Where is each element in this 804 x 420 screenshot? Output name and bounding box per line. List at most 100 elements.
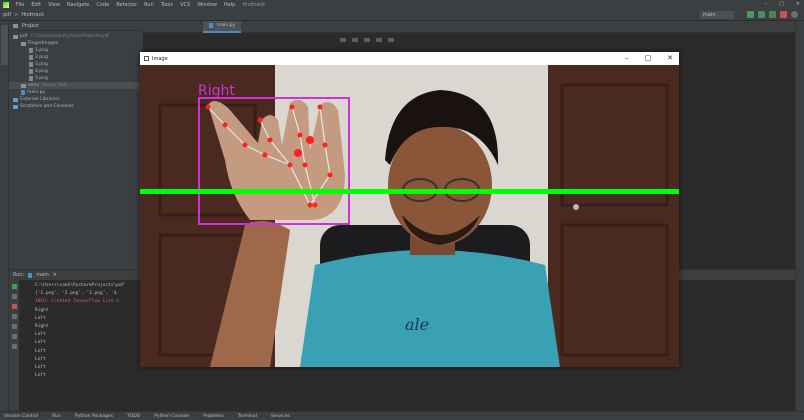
minimize-icon[interactable]: –: [765, 1, 768, 7]
soft-wrap-icon[interactable]: [11, 324, 17, 329]
file-icon: [29, 69, 33, 74]
console-line: Left: [35, 356, 46, 362]
menu-tools[interactable]: Tools: [161, 2, 173, 8]
menu-edit[interactable]: Edit: [31, 2, 41, 8]
tree-item-label: venv: [28, 83, 39, 88]
webcam-frame: ale Right: [140, 65, 679, 367]
arrow-up-icon[interactable]: [11, 294, 17, 299]
tree-item[interactable]: External Libraries: [9, 96, 143, 103]
menu-navigate[interactable]: Navigate: [67, 2, 89, 8]
run-config-select[interactable]: main: [700, 11, 734, 19]
tree-item[interactable]: FingerImages: [9, 40, 143, 47]
tool-tab-todo[interactable]: TODO: [127, 414, 140, 419]
toolbar-icon[interactable]: [388, 38, 394, 42]
tree-item-label: main.py: [27, 90, 46, 95]
file-icon: [29, 48, 33, 53]
breadcrumb-file[interactable]: Hndtrack: [21, 12, 44, 18]
tree-item[interactable]: pdf C:\Users\sank\PycharmProjects\pdf: [9, 33, 143, 40]
close-icon[interactable]: ✕: [53, 272, 57, 278]
tree-item[interactable]: main.py: [9, 89, 143, 96]
threshold-line: [140, 189, 679, 194]
tool-tab-terminal[interactable]: Terminal: [238, 414, 257, 419]
right-door: [548, 65, 679, 367]
menu-refactor[interactable]: Refactor: [116, 2, 137, 8]
menu-window[interactable]: Window: [197, 2, 217, 8]
stop-icon[interactable]: [780, 11, 787, 18]
toolbar-icon[interactable]: [352, 38, 358, 42]
tool-tab-run[interactable]: Run: [52, 414, 61, 419]
python-file-icon: [28, 272, 33, 278]
tree-item-label: pdf: [20, 34, 28, 39]
console-line: Left: [35, 332, 46, 338]
project-panel-header: Project: [9, 21, 143, 31]
editor-toolbar: [340, 38, 394, 42]
editor-tab-main[interactable]: main.py: [203, 20, 242, 33]
console-line: Right: [35, 324, 49, 330]
opencv-window-controls: – □ ✕: [625, 54, 673, 62]
library-icon: [13, 104, 18, 109]
tree-item[interactable]: 4.png: [9, 68, 143, 75]
structure-tool-tab[interactable]: [1, 321, 8, 351]
tree-item[interactable]: 5.png: [9, 75, 143, 82]
close-icon[interactable]: ✕: [667, 54, 673, 62]
console-output[interactable]: C:\Users\sank\PycharmProjects\pdf ['1.png…: [35, 282, 155, 380]
menu-help[interactable]: Help: [224, 2, 235, 8]
menu-file[interactable]: File: [16, 2, 24, 8]
menu-run[interactable]: Run: [144, 2, 154, 8]
hand-label: Right: [198, 83, 235, 99]
toolbar-icon[interactable]: [340, 38, 346, 42]
arrow-down-icon[interactable]: [11, 314, 17, 319]
toolbar-icon[interactable]: [376, 38, 382, 42]
rerun-icon[interactable]: [11, 284, 17, 289]
tool-tab-python-console[interactable]: Python Console: [154, 414, 189, 419]
folder-icon: [21, 41, 26, 46]
python-file-icon: [21, 90, 25, 95]
menu-view[interactable]: View: [48, 2, 60, 8]
tool-tab-problems[interactable]: Problems: [203, 414, 224, 419]
maximize-icon[interactable]: □: [779, 1, 784, 7]
project-tool-tab[interactable]: [1, 25, 8, 65]
menu-vcs[interactable]: VCS: [180, 2, 190, 8]
run-tools-strip: [9, 280, 19, 412]
menu-code[interactable]: Code: [96, 2, 109, 8]
tool-tab-python-packages[interactable]: Python Packages: [75, 414, 113, 419]
tree-item[interactable]: 3.png: [9, 61, 143, 68]
debug-icon[interactable]: [758, 11, 765, 18]
console-line: INFO: Created TensorFlow Lite X: [35, 299, 119, 305]
toolbar-icon[interactable]: [364, 38, 370, 42]
tree-item[interactable]: Scratches and Consoles: [9, 103, 143, 110]
tree-item-label: 1.png: [35, 48, 48, 53]
pycharm-logo-icon: [3, 1, 9, 8]
tree-item[interactable]: 1.png: [9, 47, 143, 54]
minimize-icon[interactable]: –: [625, 54, 629, 62]
favorites-tool-tab[interactable]: [1, 361, 8, 391]
webcam-scene: ale Right: [140, 65, 679, 367]
console-line: Left: [35, 373, 46, 379]
folder-icon: [13, 23, 18, 28]
console-line: Left: [35, 315, 46, 321]
opencv-image-window[interactable]: Image – □ ✕ ale Right: [140, 52, 679, 367]
tree-item[interactable]: venv library root: [9, 82, 143, 89]
print-icon[interactable]: [11, 334, 17, 339]
maximize-icon[interactable]: □: [645, 54, 652, 62]
breadcrumb-project[interactable]: pdf: [3, 12, 11, 18]
navigation-bar: pdf > Hndtrack main: [0, 9, 804, 21]
run-icon[interactable]: [747, 11, 754, 18]
search-icon[interactable]: [791, 11, 798, 18]
tool-tab-services[interactable]: Services: [271, 414, 290, 419]
opencv-window-titlebar[interactable]: Image – □ ✕: [140, 52, 679, 65]
window-icon: [144, 56, 149, 61]
project-panel-title[interactable]: Project: [22, 23, 39, 29]
tool-tab-version-control[interactable]: Version Control: [4, 414, 38, 419]
bottom-tool-bar: Version Control Run Python Packages TODO…: [0, 411, 804, 420]
menu-bar: File Edit View Navigate Code Refactor Ru…: [0, 0, 804, 9]
console-line: ['1.png', '2.png', '3.png', '4.: [35, 291, 119, 297]
run-config-tab[interactable]: main: [36, 272, 49, 278]
tree-item[interactable]: 2.png: [9, 54, 143, 61]
trash-icon[interactable]: [11, 344, 17, 349]
close-icon[interactable]: ✕: [796, 1, 800, 7]
stop-icon[interactable]: [11, 304, 17, 309]
coverage-icon[interactable]: [769, 11, 776, 18]
project-tree: pdf C:\Users\sank\PycharmProjects\pdf Fing…: [9, 31, 143, 110]
tree-item-label: Scratches and Consoles: [20, 104, 74, 109]
